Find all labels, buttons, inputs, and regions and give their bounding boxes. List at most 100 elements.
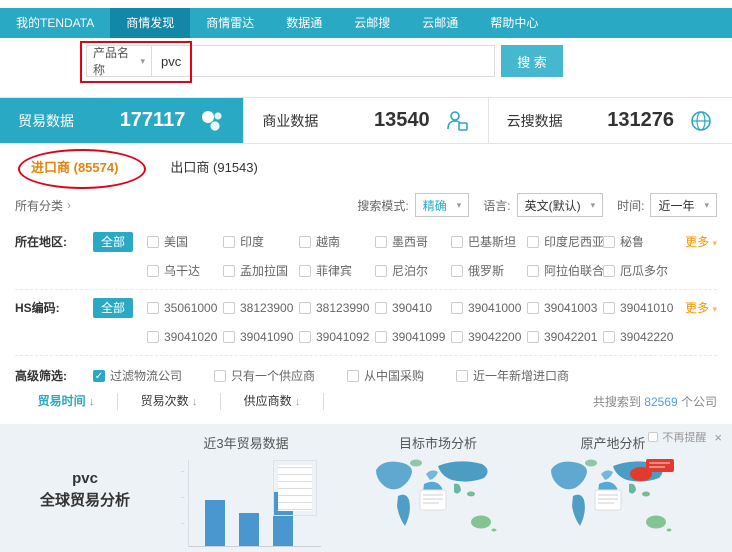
- filter-option[interactable]: 印度尼西亚: [527, 232, 603, 252]
- checkbox-icon[interactable]: [299, 265, 311, 277]
- checkbox-icon[interactable]: [214, 370, 226, 382]
- filter-option-label: 39042201: [544, 327, 597, 347]
- checkbox-icon[interactable]: [299, 236, 311, 248]
- stat-value: 177117: [120, 109, 186, 132]
- checkbox-icon[interactable]: [223, 236, 235, 248]
- hs-all-button[interactable]: 全部: [93, 298, 133, 318]
- filter-option[interactable]: 38123990: [299, 298, 375, 318]
- checkbox-icon[interactable]: [603, 302, 615, 314]
- sort-trade-time[interactable]: 贸易时间 ↓: [15, 393, 118, 410]
- filter-option[interactable]: 乌干达: [147, 261, 223, 281]
- nav-item-radar[interactable]: 商情雷达: [190, 8, 270, 38]
- filter-option[interactable]: 菲律宾: [299, 261, 375, 281]
- region-more-link[interactable]: 更多 ▾: [685, 232, 717, 253]
- filter-option[interactable]: 39041020: [147, 327, 223, 347]
- checkbox-checked-icon[interactable]: [93, 370, 105, 382]
- search-mode-select[interactable]: 精确 ▾: [415, 193, 470, 217]
- language-select[interactable]: 英文(默认) ▾: [517, 193, 604, 217]
- sub-toolbar: 所有分类 › 搜索模式: 精确 ▾ 语言: 英文(默认) ▾ 时间: 近一年 ▾: [15, 192, 717, 218]
- filter-option[interactable]: 390410: [375, 298, 451, 318]
- filter-option[interactable]: 厄瓜多尔: [603, 261, 679, 281]
- checkbox-icon[interactable]: [147, 302, 159, 314]
- filter-option[interactable]: 秘鲁: [603, 232, 679, 252]
- sort-trade-count[interactable]: 贸易次数 ↓: [118, 393, 221, 410]
- close-icon[interactable]: ×: [714, 430, 722, 445]
- region-all-button[interactable]: 全部: [93, 232, 133, 252]
- search-mode-label: 搜索模式:: [357, 197, 408, 214]
- stat-cloud-search-data[interactable]: 云搜数据 131276: [488, 98, 732, 143]
- filter-option[interactable]: 孟加拉国: [223, 261, 299, 281]
- sort-supplier-count[interactable]: 供应商数 ↓: [221, 393, 324, 410]
- checkbox-icon[interactable]: [603, 265, 615, 277]
- world-map-graphic[interactable]: [368, 456, 504, 548]
- filter-option[interactable]: 越南: [299, 232, 375, 252]
- filter-option-new-importers[interactable]: 近一年新增进口商: [456, 366, 569, 386]
- checkbox-icon[interactable]: [147, 236, 159, 248]
- filter-option[interactable]: 阿拉伯联合...: [527, 261, 603, 281]
- filter-option[interactable]: 印度: [223, 232, 299, 252]
- filter-option-label: 39041020: [164, 327, 217, 347]
- filter-option[interactable]: 38123900: [223, 298, 299, 318]
- checkbox-icon[interactable]: [299, 331, 311, 343]
- filter-option[interactable]: 35061000: [147, 298, 223, 318]
- checkbox-icon[interactable]: [375, 265, 387, 277]
- nav-item-data[interactable]: 数据通: [270, 8, 338, 38]
- filter-option[interactable]: 39042201: [527, 327, 603, 347]
- filter-option[interactable]: 39041010: [603, 298, 679, 318]
- filter-option[interactable]: 美国: [147, 232, 223, 252]
- checkbox-icon[interactable]: [603, 331, 615, 343]
- tab-exporters[interactable]: 出口商 (91543): [170, 153, 257, 183]
- checkbox-icon[interactable]: [451, 265, 463, 277]
- checkbox-icon[interactable]: [375, 236, 387, 248]
- checkbox-icon[interactable]: [375, 302, 387, 314]
- checkbox-icon[interactable]: [223, 265, 235, 277]
- tab-importers[interactable]: 进口商 (85574): [31, 153, 118, 183]
- stat-business-data[interactable]: 商业数据 13540: [243, 98, 487, 143]
- search-button[interactable]: 搜 索: [501, 45, 563, 77]
- checkbox-icon[interactable]: [451, 302, 463, 314]
- all-categories-link[interactable]: 所有分类 ›: [15, 197, 71, 214]
- checkbox-icon[interactable]: [299, 302, 311, 314]
- filter-option[interactable]: 39042220: [603, 327, 679, 347]
- mini-bar-chart[interactable]: [188, 460, 321, 547]
- checkbox-icon[interactable]: [527, 302, 539, 314]
- nav-item-mail[interactable]: 云邮通: [406, 8, 474, 38]
- filter-option[interactable]: 39041099: [375, 327, 451, 347]
- filter-option[interactable]: 尼泊尔: [375, 261, 451, 281]
- filter-option[interactable]: 巴基斯坦: [451, 232, 527, 252]
- nav-item-my-tendata[interactable]: 我的TENDATA: [0, 8, 110, 38]
- filter-option[interactable]: 39041092: [299, 327, 375, 347]
- checkbox-icon[interactable]: [456, 370, 468, 382]
- filter-option[interactable]: 墨西哥: [375, 232, 451, 252]
- filter-option[interactable]: 39041003: [527, 298, 603, 318]
- hs-more-link[interactable]: 更多 ▾: [685, 298, 717, 319]
- checkbox-icon[interactable]: [375, 331, 387, 343]
- filter-option[interactable]: 俄罗斯: [451, 261, 527, 281]
- nav-item-mail-search[interactable]: 云邮搜: [338, 8, 406, 38]
- checkbox-icon[interactable]: [527, 265, 539, 277]
- checkbox-icon[interactable]: [527, 331, 539, 343]
- chart-tooltip: [273, 460, 317, 516]
- filter-option-logistics[interactable]: 过滤物流公司: [93, 366, 182, 386]
- checkbox-icon[interactable]: [603, 236, 615, 248]
- checkbox-icon[interactable]: [223, 331, 235, 343]
- time-select[interactable]: 近一年 ▾: [650, 193, 717, 217]
- filter-option-from-china[interactable]: 从中国采购: [347, 366, 424, 386]
- filter-option[interactable]: 39041090: [223, 327, 299, 347]
- category-select[interactable]: 产品名称 ▾: [86, 45, 152, 77]
- nav-item-help[interactable]: 帮助中心: [474, 8, 554, 38]
- nav-item-discovery[interactable]: 商情发现: [110, 8, 190, 38]
- checkbox-icon[interactable]: [347, 370, 359, 382]
- filter-option-single-supplier[interactable]: 只有一个供应商: [214, 366, 315, 386]
- world-map-graphic-origin[interactable]: [543, 456, 679, 548]
- checkbox-icon[interactable]: [223, 302, 235, 314]
- checkbox-icon[interactable]: [451, 331, 463, 343]
- stat-trade-data[interactable]: 贸易数据 177117: [0, 98, 243, 143]
- search-input[interactable]: [151, 45, 495, 77]
- checkbox-icon[interactable]: [147, 265, 159, 277]
- checkbox-icon[interactable]: [527, 236, 539, 248]
- checkbox-icon[interactable]: [451, 236, 463, 248]
- checkbox-icon[interactable]: [147, 331, 159, 343]
- filter-option[interactable]: 39042200: [451, 327, 527, 347]
- filter-option[interactable]: 39041000: [451, 298, 527, 318]
